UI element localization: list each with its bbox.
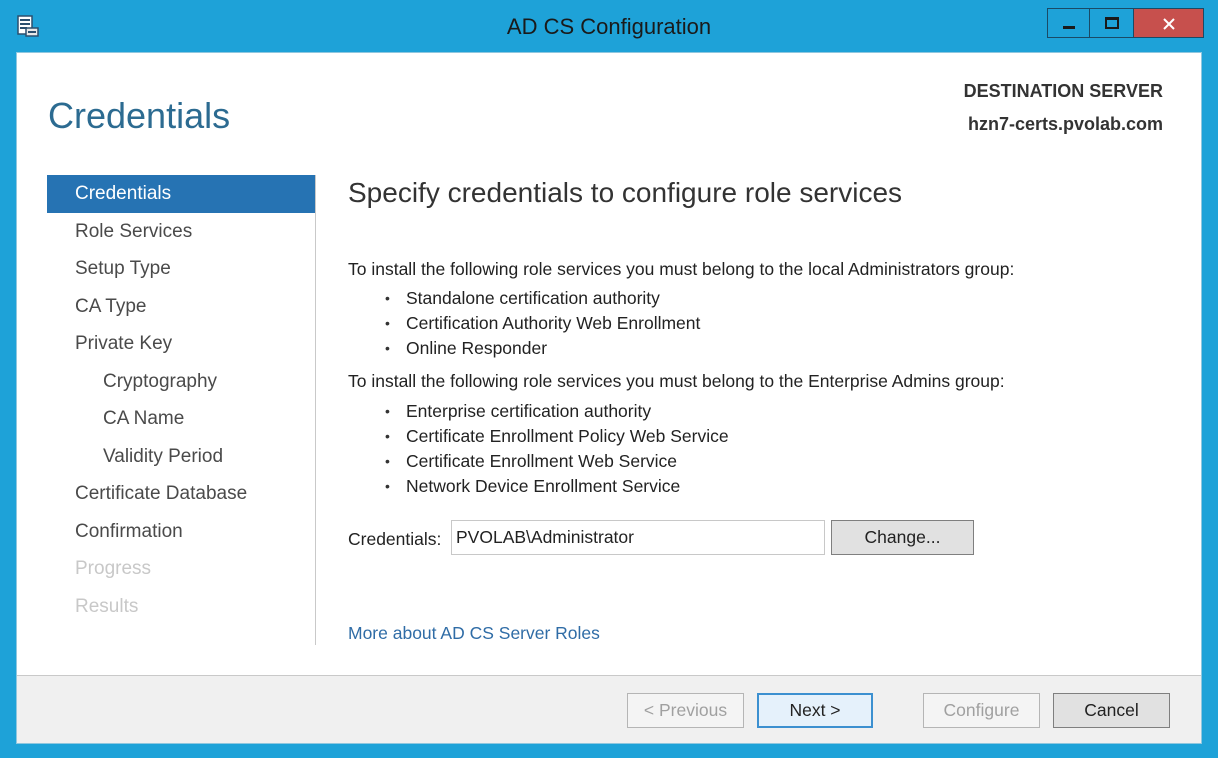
nav-item-credentials[interactable]: Credentials (47, 175, 315, 213)
next-button[interactable]: Next > (757, 693, 873, 728)
nav-item-role-services[interactable]: Role Services (47, 213, 315, 251)
window-title: AD CS Configuration (506, 14, 712, 39)
content-heading: Specify credentials to configure role se… (348, 177, 903, 208)
nav-item-confirmation[interactable]: Confirmation (47, 513, 315, 551)
destination-server-name: hzn7-certs.pvolab.com (967, 114, 1163, 134)
cancel-button[interactable]: Cancel (1053, 693, 1170, 728)
list-item: Standalone certification authority (382, 286, 700, 311)
minimize-icon (1063, 26, 1075, 29)
local-admin-text: To install the following role services y… (348, 259, 1015, 279)
previous-button[interactable]: < Previous (627, 693, 744, 728)
list-item: Online Responder (382, 336, 700, 361)
credentials-label: Credentials: (348, 529, 442, 549)
minimize-button[interactable] (1047, 8, 1090, 38)
maximize-button[interactable] (1090, 8, 1134, 38)
nav-item-validity-period[interactable]: Validity Period (47, 438, 315, 476)
enterprise-admin-roles: Enterprise certification authority Certi… (382, 399, 729, 499)
list-item: Certificate Enrollment Web Service (382, 449, 729, 474)
nav-item-cryptography[interactable]: Cryptography (47, 363, 315, 401)
nav-item-certificate-database[interactable]: Certificate Database (47, 475, 315, 513)
list-item: Certification Authority Web Enrollment (382, 311, 700, 336)
nav-divider (315, 175, 316, 645)
configure-button[interactable]: Configure (923, 693, 1040, 728)
change-credentials-button[interactable]: Change... (831, 520, 974, 555)
list-item: Certificate Enrollment Policy Web Servic… (382, 424, 729, 449)
wizard-nav: Credentials Role Services Setup Type CA … (47, 175, 315, 625)
close-button[interactable] (1134, 8, 1204, 38)
more-about-ad-cs-link[interactable]: More about AD CS Server Roles (348, 623, 600, 644)
nav-item-setup-type[interactable]: Setup Type (47, 250, 315, 288)
maximize-icon (1105, 17, 1119, 29)
nav-item-ca-name[interactable]: CA Name (47, 400, 315, 438)
wizard-client-area: Credentials DESTINATION SERVER hzn7-cert… (16, 52, 1202, 744)
title-bar: AD CS Configuration (0, 0, 1218, 52)
destination-server-label: DESTINATION SERVER (963, 81, 1163, 101)
close-icon (1163, 18, 1175, 30)
nav-item-results: Results (75, 595, 139, 617)
nav-item-progress: Progress (75, 558, 152, 579)
local-admin-roles: Standalone certification authority Certi… (382, 286, 700, 361)
nav-item-ca-type[interactable]: CA Type (47, 288, 315, 326)
nav-item-private-key[interactable]: Private Key (47, 325, 315, 363)
credentials-field[interactable] (451, 520, 825, 555)
enterprise-admin-text: To install the following role services y… (348, 371, 1005, 391)
list-item: Network Device Enrollment Service (382, 474, 729, 499)
list-item: Enterprise certification authority (382, 399, 729, 424)
page-title: Credentials (48, 95, 231, 136)
